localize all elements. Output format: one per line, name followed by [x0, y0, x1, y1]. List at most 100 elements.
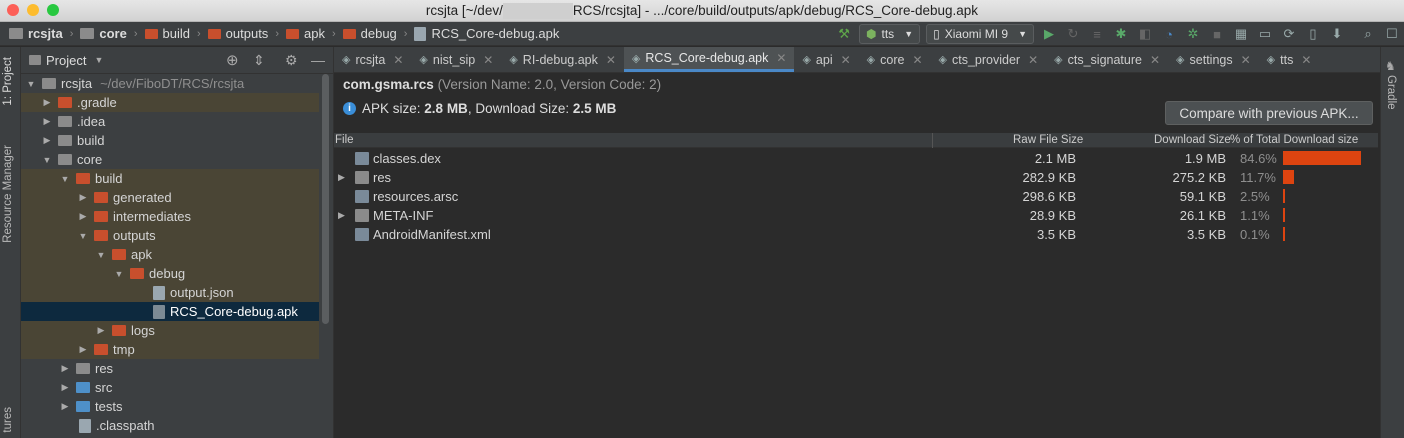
- resource-manager-tab[interactable]: Resource Manager: [2, 145, 14, 243]
- tab-nist-sip[interactable]: ◈ nist_sip ✕: [411, 47, 501, 72]
- tree-item-src[interactable]: ▶ src: [21, 378, 319, 397]
- close-icon[interactable]: ✕: [1150, 53, 1160, 67]
- tab-api[interactable]: ◈ api ✕: [794, 47, 858, 72]
- sdk-manager-icon[interactable]: ⬇: [1326, 23, 1348, 45]
- tree-item-apk-file[interactable]: RCS_Core-debug.apk: [21, 302, 319, 321]
- close-icon[interactable]: ✕: [393, 53, 403, 67]
- tree-item-gradle[interactable]: ▶ .gradle: [21, 93, 319, 112]
- hammer-icon[interactable]: ⚒: [833, 23, 855, 45]
- tree-item-res[interactable]: ▶ res: [21, 359, 319, 378]
- tab-cts-provider[interactable]: ◈ cts_provider ✕: [931, 47, 1047, 72]
- tree-item-logs[interactable]: ▶ logs: [21, 321, 319, 340]
- table-row[interactable]: AndroidManifest.xml 3.5 KB 3.5 KB 0.1%: [334, 225, 1378, 244]
- tree-item-debug[interactable]: ▼ debug: [21, 264, 319, 283]
- tree-item-outputs[interactable]: ▼ outputs: [21, 226, 319, 245]
- close-icon[interactable]: ✕: [1301, 53, 1311, 67]
- project-panel: Project ▼ ⊕ ⇕ ⚙ — ▼ rcsjta ~/dev/FiboDT/RC…: [21, 47, 333, 438]
- account-icon[interactable]: ☐: [1381, 23, 1403, 45]
- tab-rcsjta[interactable]: ◈ rcsjta ✕: [334, 47, 411, 72]
- tree-item-tests[interactable]: ▶ tests: [21, 397, 319, 416]
- profiler-icon[interactable]: ◔: [1158, 23, 1180, 45]
- percent-value: 2.5%: [1240, 189, 1270, 204]
- breadcrumb-debug[interactable]: debug ›: [342, 26, 415, 41]
- terminal-icon[interactable]: ▭: [1254, 23, 1276, 45]
- tree-item-generated[interactable]: ▶ generated: [21, 188, 319, 207]
- locate-icon[interactable]: ⊕: [226, 51, 239, 69]
- search-icon[interactable]: ⌕: [1357, 23, 1379, 45]
- table-row[interactable]: ▶ META-INF 28.9 KB 26.1 KB 1.1%: [334, 206, 1378, 225]
- close-icon[interactable]: ✕: [776, 51, 786, 65]
- breadcrumb-rcsjta[interactable]: rcsjta ›: [9, 26, 80, 41]
- close-icon[interactable]: ✕: [1241, 53, 1251, 67]
- chevron-down-icon: ▼: [904, 29, 914, 39]
- close-icon[interactable]: ✕: [483, 53, 493, 67]
- chevron-right-icon: ▶: [43, 135, 51, 145]
- tree-item-core-build[interactable]: ▼ build: [21, 169, 319, 188]
- project-scrollbar[interactable]: [322, 74, 329, 324]
- tree-item-tmp[interactable]: ▶ tmp: [21, 340, 319, 359]
- run-icon[interactable]: ▶: [1038, 23, 1060, 45]
- structure-tab[interactable]: tures: [2, 407, 14, 433]
- breadcrumb-core[interactable]: core ›: [80, 26, 144, 41]
- collapse-all-icon[interactable]: ⇕: [253, 52, 265, 69]
- tree-item-rcsjta[interactable]: ▼ rcsjta ~/dev/FiboDT/RCS/rcsjta: [21, 74, 319, 93]
- close-icon[interactable]: ✕: [841, 53, 851, 67]
- close-icon[interactable]: ✕: [912, 53, 922, 67]
- breadcrumb-build[interactable]: build ›: [144, 26, 208, 41]
- breadcrumb-apk-file[interactable]: RCS_Core-debug.apk: [414, 26, 559, 41]
- hide-panel-icon[interactable]: —: [311, 52, 325, 68]
- chevron-right-icon[interactable]: ▶: [338, 210, 345, 221]
- close-icon[interactable]: ✕: [1028, 53, 1038, 67]
- tab-ri-debug-apk[interactable]: ◈ RI-debug.apk ✕: [501, 47, 624, 72]
- file-icon: [79, 418, 91, 433]
- tree-item-apk[interactable]: ▼ apk: [21, 245, 319, 264]
- table-row[interactable]: resources.arsc 298.6 KB 59.1 KB 2.5%: [334, 187, 1378, 206]
- attach-debugger-icon[interactable]: ✲: [1182, 23, 1204, 45]
- tree-item-output-json[interactable]: output.json: [21, 283, 319, 302]
- device-select[interactable]: ▯ Xiaomi MI 9 ▼: [926, 24, 1034, 44]
- apply-changes-icon[interactable]: ≡: [1086, 23, 1108, 45]
- breadcrumb-apk[interactable]: apk ›: [285, 26, 343, 41]
- tree-item-idea[interactable]: ▶ .idea: [21, 112, 319, 131]
- tab-settings[interactable]: ◈ settings ✕: [1168, 47, 1259, 72]
- column-percent[interactable]: % of Total Download size: [1230, 134, 1358, 146]
- run-configuration-select[interactable]: ⬢ tts ▼: [859, 24, 921, 44]
- editor-area: ◈ rcsjta ✕ ◈ nist_sip ✕ ◈ RI-debug.apk ✕ ◈ RCS_Cor…: [333, 47, 1380, 438]
- column-file[interactable]: File: [335, 134, 354, 146]
- table-row[interactable]: classes.dex 2.1 MB 1.9 MB 84.6%: [334, 149, 1378, 168]
- project-view-selector[interactable]: Project: [46, 53, 86, 68]
- tab-rcs-core-debug-apk[interactable]: ◈ RCS_Core-debug.apk ✕: [623, 47, 795, 72]
- tree-item-intermediates[interactable]: ▶ intermediates: [21, 207, 319, 226]
- coverage-icon[interactable]: ◧: [1134, 23, 1156, 45]
- tree-item-build[interactable]: ▶ build: [21, 131, 319, 150]
- avd-manager-icon[interactable]: ▯: [1302, 23, 1324, 45]
- gradle-file-icon: ◈: [1266, 54, 1276, 66]
- minimize-window-button[interactable]: [27, 4, 39, 16]
- gear-icon[interactable]: ⚙: [285, 52, 298, 69]
- breadcrumb-outputs[interactable]: outputs ›: [207, 26, 286, 41]
- debug-icon[interactable]: ✱: [1110, 23, 1132, 45]
- tree-item-core[interactable]: ▼ core: [21, 150, 319, 169]
- chevron-down-icon[interactable]: ▼: [94, 55, 103, 65]
- gradle-sync-icon[interactable]: ⟳: [1278, 23, 1300, 45]
- close-icon[interactable]: ✕: [606, 53, 616, 67]
- zoom-window-button[interactable]: [47, 4, 59, 16]
- column-divider: [932, 133, 933, 148]
- table-row[interactable]: ▶ res 282.9 KB 275.2 KB 11.7%: [334, 168, 1378, 187]
- stop-icon[interactable]: ■: [1206, 23, 1228, 45]
- column-download-size[interactable]: Download Size: [1154, 134, 1231, 146]
- project-tool-tab[interactable]: 1: Project: [2, 57, 14, 106]
- tree-item-classpath[interactable]: .classpath: [21, 416, 319, 435]
- chevron-right-icon: ▶: [97, 325, 105, 335]
- gradle-tool-tab[interactable]: Gradle: [1385, 75, 1397, 110]
- column-raw-size[interactable]: Raw File Size: [1013, 134, 1083, 146]
- tab-core[interactable]: ◈ core ✕: [859, 47, 931, 72]
- project-folder-icon: [9, 28, 23, 39]
- rerun-icon[interactable]: ↻: [1062, 23, 1084, 45]
- tab-tts[interactable]: ◈ tts ✕: [1259, 47, 1320, 72]
- project-structure-icon[interactable]: ▦: [1230, 23, 1252, 45]
- chevron-right-icon[interactable]: ▶: [338, 172, 345, 183]
- close-window-button[interactable]: [7, 4, 19, 16]
- compare-apk-button[interactable]: Compare with previous APK...: [1165, 101, 1373, 125]
- tab-cts-signature[interactable]: ◈ cts_signature ✕: [1046, 47, 1168, 72]
